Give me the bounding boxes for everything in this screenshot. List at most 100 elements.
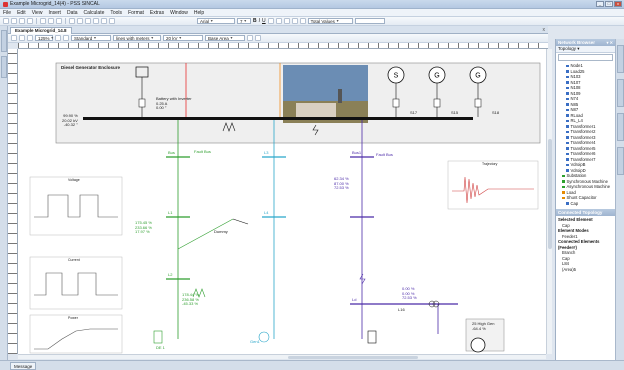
menu-file[interactable]: File	[3, 10, 11, 16]
tree-item-icon	[566, 202, 569, 205]
vertical-scrollbar[interactable]	[546, 49, 552, 354]
font-color-icon[interactable]	[299, 18, 306, 24]
underline-button[interactable]: U	[262, 18, 266, 24]
open-icon[interactable]	[11, 18, 17, 24]
style-icon[interactable]	[63, 35, 69, 41]
align-center-icon[interactable]	[275, 18, 282, 24]
minimize-button[interactable]: _	[596, 1, 604, 7]
fill-color-icon[interactable]	[283, 18, 290, 24]
voltage-select[interactable]: 20 kV ▼	[163, 35, 203, 41]
font-name-select[interactable]: Arial ▼	[197, 18, 235, 24]
close-button[interactable]: x	[614, 1, 622, 7]
generator-icon[interactable]	[258, 331, 270, 343]
lines-select[interactable]: lines with meters ▼	[113, 35, 161, 41]
power-inset-chart[interactable]	[29, 314, 123, 354]
zoom-value: 125%	[38, 35, 50, 41]
chevron-down-icon: ▼	[243, 18, 247, 23]
menu-insert[interactable]: Insert	[48, 10, 61, 16]
busbar-values: 99.90 % 20.02 kV -40.32 °	[62, 113, 78, 128]
horizontal-scrollbar[interactable]	[18, 354, 546, 359]
message-tab[interactable]: Message	[10, 362, 37, 370]
grid-toggle-icon[interactable]	[255, 35, 261, 41]
node-label: L2	[168, 272, 173, 277]
current-inset-chart[interactable]	[29, 256, 123, 310]
right-dock-tab[interactable]	[617, 79, 624, 107]
settings-icon[interactable]	[247, 35, 253, 41]
far-right-value: 72.53 %	[402, 295, 417, 300]
diagram-canvas[interactable]: S G G Diesel Generator Enclosure Battery…	[18, 49, 546, 354]
paste-icon[interactable]	[56, 18, 62, 24]
menu-tools[interactable]: Tools	[110, 10, 122, 16]
cut-icon[interactable]	[40, 18, 46, 24]
left-value: 17.97 %	[135, 229, 150, 234]
calculate-icon[interactable]	[85, 18, 91, 24]
redo-icon[interactable]	[77, 18, 83, 24]
zoom-in-icon[interactable]	[19, 35, 25, 41]
zoom-out-icon[interactable]	[27, 35, 33, 41]
undo-icon[interactable]	[69, 18, 75, 24]
new-icon[interactable]	[3, 18, 9, 24]
style-select[interactable]: Standard ▼	[71, 35, 111, 41]
zoom-select[interactable]: 125% ▼	[35, 35, 54, 41]
power-inset-title: Power	[68, 316, 78, 320]
menu-edit[interactable]: Edit	[17, 10, 26, 16]
left-dock-tab[interactable]	[1, 30, 7, 52]
menu-data[interactable]: Data	[67, 10, 78, 16]
connected-element[interactable]: (Area)5	[558, 267, 613, 273]
grid-icon[interactable]	[93, 18, 99, 24]
right-dock-tab[interactable]	[617, 147, 624, 175]
menu-calculate[interactable]: Calculate	[84, 10, 105, 16]
browser-search-input[interactable]	[558, 54, 613, 61]
help-icon[interactable]	[109, 18, 115, 24]
close-document-icon[interactable]: x	[543, 27, 546, 33]
tree-item-label: VdroipD	[570, 167, 586, 173]
values-filter-input[interactable]	[354, 18, 385, 24]
menu-window[interactable]: Window	[170, 10, 188, 16]
voltage-inset-chart[interactable]	[29, 176, 123, 236]
main-busbar[interactable]	[83, 117, 473, 120]
breaker-icon[interactable]	[433, 98, 441, 108]
tree-item-icon	[566, 81, 569, 84]
left-dock-tab[interactable]	[1, 56, 7, 78]
pointer-icon[interactable]	[11, 35, 17, 41]
tree-item-label: Transformer3	[570, 134, 596, 140]
breaker-icon[interactable]	[392, 98, 400, 108]
bottom-value: -45.33 %	[182, 301, 199, 306]
toolbar-separator	[36, 18, 37, 24]
menu-help[interactable]: Help	[194, 10, 204, 16]
node-label: L4	[264, 210, 269, 215]
print-icon[interactable]	[27, 18, 33, 24]
scroll-thumb[interactable]	[288, 356, 418, 359]
right-dock-tab[interactable]	[617, 113, 624, 141]
breaker-icon[interactable]	[474, 98, 482, 108]
tree-item-icon	[566, 64, 569, 68]
align-left-icon[interactable]	[267, 18, 274, 24]
wind-turbine-icon[interactable]	[470, 337, 486, 353]
bold-button[interactable]: B	[253, 18, 257, 24]
layer-icon[interactable]	[55, 35, 61, 41]
pane-pin-icon[interactable]: ▾ ✕	[607, 39, 613, 46]
area-select[interactable]: Base Area ▼	[205, 35, 245, 41]
save-icon[interactable]	[19, 18, 25, 24]
breaker-icon[interactable]	[138, 98, 146, 108]
battery-icon[interactable]	[367, 330, 377, 344]
network-browser-title: Network Browser	[558, 40, 596, 45]
chart-icon[interactable]	[101, 18, 107, 24]
tree-item[interactable]: Cap	[558, 201, 613, 207]
menu-view[interactable]: View	[32, 10, 43, 16]
copy-icon[interactable]	[48, 18, 54, 24]
italic-button[interactable]: I	[259, 18, 260, 24]
font-size-select[interactable]: 7 ▼	[237, 18, 251, 24]
menu-extras[interactable]: Extras	[150, 10, 164, 16]
document-tab[interactable]: Example Microgrid_14.8	[10, 27, 72, 34]
trajectory-chart[interactable]	[447, 160, 539, 210]
right-dock-tab[interactable]	[617, 45, 624, 73]
values-select[interactable]: Total Values ▼	[307, 18, 353, 24]
menu-format[interactable]: Format	[128, 10, 144, 16]
battery-icon[interactable]	[153, 330, 163, 344]
tree-item-label: N74	[570, 96, 579, 101]
scroll-thumb[interactable]	[548, 139, 552, 249]
line-color-icon[interactable]	[291, 18, 298, 24]
maximize-button[interactable]: □	[605, 1, 613, 7]
topology-view-select[interactable]: Topology ▾	[556, 46, 615, 53]
